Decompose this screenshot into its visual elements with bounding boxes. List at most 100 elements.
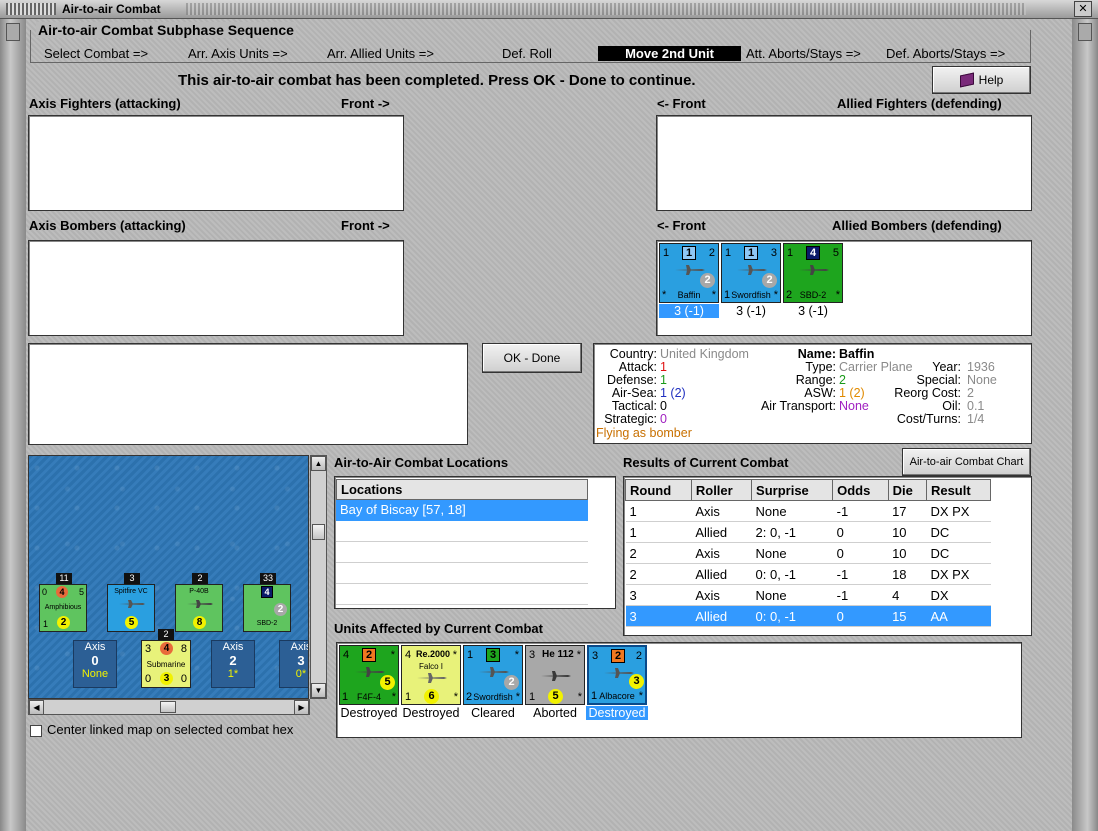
asw-label: ASW: [804, 386, 836, 400]
counter-attack: 1 [787, 247, 794, 259]
allied-fighters-front-label: <- Front [657, 96, 706, 111]
scroll-down-icon[interactable]: ▼ [311, 683, 326, 698]
cell: 4 [888, 584, 927, 606]
counter-tl: 0 [42, 587, 48, 597]
cell: DX [926, 584, 991, 606]
strategic-label: Strategic: [604, 412, 657, 426]
table-row-selected[interactable]: 3 Allied 0: 0, -1 0 15 AA [625, 605, 991, 627]
help-button[interactable]: Help [932, 66, 1031, 94]
unit-counter-baffin[interactable]: 1 1 2 2 * * Baffin [659, 243, 719, 303]
counter-defense: 1 [744, 246, 758, 260]
map-axis-box-2[interactable]: Axis 2 1* [211, 640, 255, 688]
unit-info-panel: Country: United Kingdom Attack: 1 Defens… [593, 343, 1032, 444]
unit-counter-sbd2[interactable]: 1 4 5 2 * SBD-2 [783, 243, 843, 303]
tactical-value: 0 [660, 399, 667, 413]
locations-list[interactable]: Locations Bay of Biscay [57, 18] [334, 476, 616, 609]
scroll-up-icon[interactable]: ▲ [311, 456, 326, 471]
center-map-checkbox[interactable] [30, 725, 42, 737]
flying-as-label: Flying as bomber [596, 426, 692, 440]
cell: None [751, 542, 833, 564]
map-counter-amphibious[interactable]: 11 0 4 5 Amphibious 1 2 [39, 573, 87, 632]
linked-map[interactable]: 11 0 4 5 Amphibious 1 2 3 Spitfire VC 5 … [28, 455, 309, 699]
counter-tag: 2 [158, 629, 174, 640]
allied-fighters-panel[interactable] [656, 115, 1032, 211]
counter-name: Swordfish [473, 692, 513, 702]
affected-status-albacore: Destroyed [586, 706, 648, 720]
cell: -1 [832, 563, 889, 585]
counter-tag: 3 [124, 573, 140, 584]
map-vscroll-thumb[interactable] [312, 524, 325, 540]
cell: 18 [888, 563, 927, 585]
counter-tm: 4 [160, 642, 173, 655]
center-map-label: Center linked map on selected combat hex [47, 722, 294, 737]
map-horizontal-scrollbar[interactable]: ◀ ▶ [28, 699, 310, 715]
axis-fighters-label: Axis Fighters (attacking) [29, 96, 181, 111]
counter-circle: 8 [193, 616, 206, 629]
cell: -1 [832, 500, 889, 522]
resize-knob-right[interactable] [1078, 23, 1092, 41]
counter-tl: 3 [145, 643, 152, 655]
table-row[interactable]: 3 Axis None -1 4 DX [625, 584, 991, 606]
title-grip[interactable] [6, 3, 56, 15]
cell: 0 [832, 542, 889, 564]
map-axis-box-1[interactable]: Axis 0 None [73, 640, 117, 688]
counter-circle: 2 [274, 603, 287, 616]
axis-box-value: 3 [297, 653, 305, 668]
counter-tag: 2 [192, 573, 208, 584]
counter-defense: 1 [682, 246, 696, 260]
affected-unit-swordfish[interactable]: 1 3 * 2 2 * Swordfish [463, 645, 523, 705]
cell: 0 [832, 605, 889, 627]
air-combat-chart-button[interactable]: Air-to-air Combat Chart [902, 448, 1031, 476]
cell: None [751, 584, 833, 606]
table-row[interactable]: 1 Allied 2: 0, -1 0 10 DC [625, 521, 991, 543]
status-message: This air-to-air combat has been complete… [178, 72, 696, 89]
cell: 3 [625, 584, 692, 606]
map-counter-p40b[interactable]: 2 P-40B 8 [175, 573, 223, 632]
affected-unit-albacore[interactable]: 3 2 2 3 1 * Albacore [587, 645, 647, 705]
map-vertical-scrollbar[interactable]: ▲ ▼ [310, 455, 327, 699]
scroll-right-icon[interactable]: ▶ [294, 700, 309, 715]
counter-tm: 4 [56, 586, 68, 598]
affected-unit-f4f4[interactable]: 4 2 * 5 1 * F4F-4 [339, 645, 399, 705]
axis-fighters-front-label: Front -> [341, 96, 390, 111]
table-row[interactable]: 2 Allied 0: 0, -1 -1 18 DX PX [625, 563, 991, 585]
affected-unit-falco[interactable]: 4 Re.2000 * Falco I 1 6 * [401, 645, 461, 705]
location-row-selected[interactable]: Bay of Biscay [57, 18] [336, 500, 588, 521]
counter-attack: 3 [529, 649, 536, 661]
frame-right [1072, 19, 1098, 831]
scroll-left-icon[interactable]: ◀ [29, 700, 44, 715]
map-axis-box-3[interactable]: Axis 3 0* [279, 640, 308, 688]
plane-icon [737, 265, 767, 275]
oil-label: Oil: [942, 399, 961, 413]
axis-fighters-panel[interactable] [28, 115, 404, 211]
allied-bombers-panel[interactable]: 1 1 2 2 * * Baffin 3 (-1) 1 1 3 2 1 * Sw… [656, 240, 1032, 336]
counter-attack: 1 [663, 247, 670, 259]
counter-name: SBD-2 [256, 620, 278, 627]
cell: Axis [691, 500, 752, 522]
oil-value: 0.1 [967, 399, 985, 413]
cell: DX PX [926, 563, 991, 585]
map-counter-spitfire[interactable]: 3 Spitfire VC 5 [107, 573, 155, 632]
table-row[interactable]: 2 Axis None 0 10 DC [625, 542, 991, 564]
title-drag-area[interactable] [186, 3, 1026, 15]
map-counter-sbd2[interactable]: 33 4 2 SBD-2 [243, 573, 291, 632]
reorg-label: Reorg Cost: [894, 386, 961, 400]
table-row[interactable]: 1 Axis None -1 17 DX PX [625, 500, 991, 522]
axis-bombers-panel[interactable] [28, 240, 404, 336]
counter-name: Amphibious [44, 604, 82, 611]
ok-done-button[interactable]: OK - Done [482, 343, 582, 373]
affected-unit-he112[interactable]: 3 He 112 * 1 5 * [525, 645, 585, 705]
counter-tag: 11 [56, 573, 72, 584]
strategic-value: 0 [660, 412, 667, 426]
unit-counter-swordfish[interactable]: 1 1 3 2 1 * Swordfish [721, 243, 781, 303]
country-value: United Kingdom [660, 347, 749, 361]
close-icon[interactable]: ✕ [1074, 1, 1092, 17]
map-counter-submarine[interactable]: 2 3 4 8 Submarine 0 3 0 [141, 629, 191, 688]
results-title: Results of Current Combat [623, 455, 789, 470]
plane-icon [675, 265, 705, 275]
help-label: Help [978, 73, 1004, 87]
map-hscroll-thumb[interactable] [160, 701, 176, 713]
cell: 0: 0, -1 [751, 563, 833, 585]
col-surprise: Surprise [751, 479, 834, 501]
resize-knob-left[interactable] [6, 23, 20, 41]
